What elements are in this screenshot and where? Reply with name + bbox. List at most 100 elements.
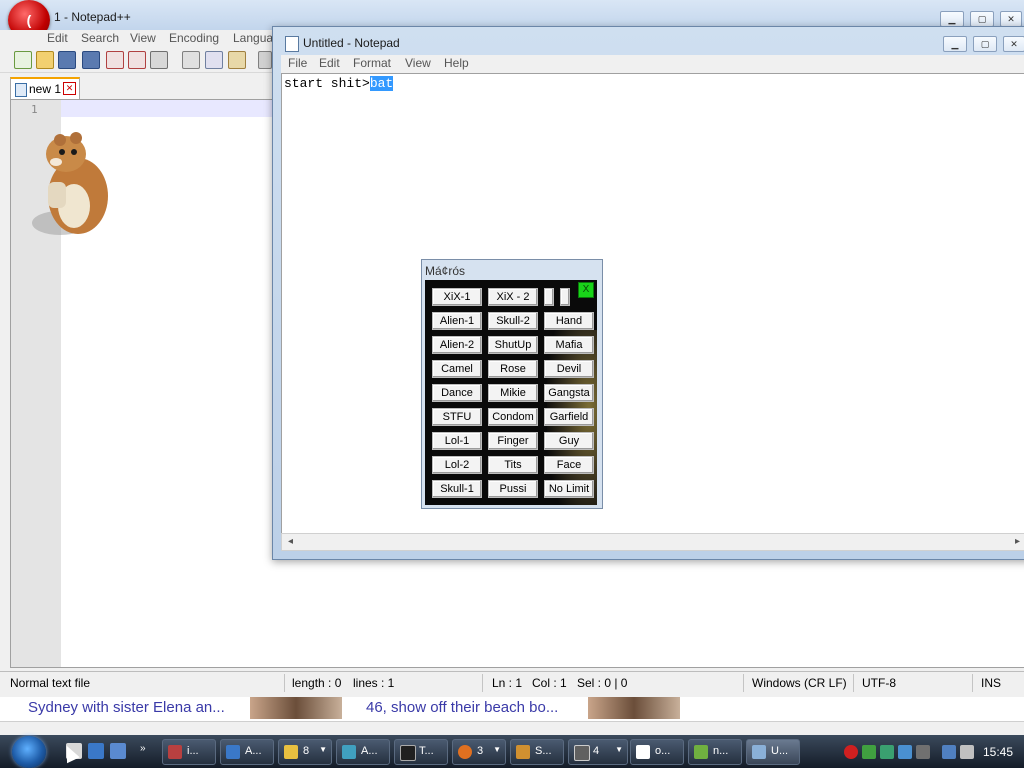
notepad-maximize-button[interactable]: ▢ bbox=[973, 36, 997, 52]
macro-button-stfu[interactable]: STFU bbox=[432, 408, 482, 426]
taskbar-button-3[interactable]: 8 ▼ bbox=[278, 739, 332, 765]
cut-icon[interactable] bbox=[182, 51, 200, 69]
display-icon[interactable] bbox=[942, 745, 956, 759]
macro-button-tits[interactable]: Tits bbox=[488, 456, 538, 474]
npp-menu-language[interactable]: Langua bbox=[233, 31, 273, 45]
taskbar-button-1[interactable]: i... bbox=[162, 739, 216, 765]
status-lines: lines : 1 bbox=[353, 676, 395, 690]
macro-button-alien-1[interactable]: Alien-1 bbox=[432, 312, 482, 330]
macro-button-devil[interactable]: Devil bbox=[544, 360, 594, 378]
status-encoding: UTF-8 bbox=[862, 676, 896, 690]
macro-button-xix-2[interactable]: XiX - 2 bbox=[488, 288, 538, 306]
taskbar-button-8[interactable]: 4 ▼ bbox=[568, 739, 628, 765]
scroll-right-icon[interactable]: ▸ bbox=[1015, 536, 1020, 547]
switch-windows-icon[interactable] bbox=[110, 743, 126, 759]
macro-button-lol-2[interactable]: Lol-2 bbox=[432, 456, 482, 474]
macros-dialog: Má¢rós X XiX-1 XiX - 2 Alien-1 Skull-2 H… bbox=[421, 259, 603, 509]
tray-app-icon[interactable] bbox=[880, 745, 894, 759]
notepad-minimize-button[interactable]: ▁ bbox=[943, 36, 967, 52]
browser-link-2[interactable]: 46, show off their beach bo... bbox=[366, 699, 558, 716]
macro-button-blank-1[interactable] bbox=[544, 288, 554, 306]
copy-icon[interactable] bbox=[205, 51, 223, 69]
browser-thumbnail-image[interactable] bbox=[588, 697, 680, 719]
macro-button-condom[interactable]: Condom bbox=[488, 408, 538, 426]
close-all-icon[interactable] bbox=[128, 51, 146, 69]
new-file-icon[interactable] bbox=[14, 51, 32, 69]
taskbar-button-5[interactable]: T... bbox=[394, 739, 448, 765]
macros-close-button[interactable]: X bbox=[578, 282, 594, 298]
security-alert-icon[interactable] bbox=[844, 745, 858, 759]
macro-button-alien-2[interactable]: Alien-2 bbox=[432, 336, 482, 354]
notepad-close-button[interactable]: ✕ bbox=[1003, 36, 1024, 52]
task-label: T... bbox=[419, 745, 434, 757]
browser-horizontal-scrollbar[interactable] bbox=[0, 721, 1024, 736]
macro-button-dance[interactable]: Dance bbox=[432, 384, 482, 402]
macro-button-mikie[interactable]: Mikie bbox=[488, 384, 538, 402]
save-all-icon[interactable] bbox=[82, 51, 100, 69]
quick-launch-icon[interactable] bbox=[88, 743, 104, 759]
taskbar-button-7[interactable]: S... bbox=[510, 739, 564, 765]
firefox-icon bbox=[458, 745, 472, 759]
notepad-menu-format[interactable]: Format bbox=[353, 56, 391, 70]
macro-button-finger[interactable]: Finger bbox=[488, 432, 538, 450]
macro-button-lol-1[interactable]: Lol-1 bbox=[432, 432, 482, 450]
tray-app-icon[interactable] bbox=[898, 745, 912, 759]
macro-button-mafia[interactable]: Mafia bbox=[544, 336, 594, 354]
npp-menu-encoding[interactable]: Encoding bbox=[169, 31, 219, 45]
notepad-text-area[interactable]: start shit>bat bbox=[281, 73, 1024, 535]
macro-button-rose[interactable]: Rose bbox=[488, 360, 538, 378]
macro-button-guy[interactable]: Guy bbox=[544, 432, 594, 450]
clock[interactable]: 15:45 bbox=[983, 745, 1013, 759]
task-icon bbox=[226, 745, 240, 759]
volume-icon[interactable] bbox=[960, 745, 974, 759]
macro-button-xix-1[interactable]: XiX-1 bbox=[432, 288, 482, 306]
scroll-left-icon[interactable]: ◂ bbox=[288, 536, 293, 547]
taskbar-button-9[interactable]: o... bbox=[630, 739, 684, 765]
notepadpp-icon bbox=[694, 745, 708, 759]
macro-button-blank-2[interactable] bbox=[560, 288, 570, 306]
notepad-menu-help[interactable]: Help bbox=[444, 56, 469, 70]
save-icon[interactable] bbox=[58, 51, 76, 69]
macro-button-gangsta[interactable]: Gangsta bbox=[544, 384, 594, 402]
start-button[interactable] bbox=[12, 736, 46, 768]
tab-close-icon[interactable]: ✕ bbox=[63, 82, 76, 95]
tab-new-1[interactable]: new 1 ✕ bbox=[10, 77, 80, 99]
macro-button-garfield[interactable]: Garfield bbox=[544, 408, 594, 426]
open-folder-icon[interactable] bbox=[36, 51, 54, 69]
npp-close-button[interactable]: ✕ bbox=[1000, 11, 1022, 27]
taskbar-button-2[interactable]: A... bbox=[220, 739, 274, 765]
print-icon[interactable] bbox=[150, 51, 168, 69]
macro-button-hand[interactable]: Hand bbox=[544, 312, 594, 330]
npp-minimize-button[interactable]: ▁ bbox=[940, 11, 964, 27]
macro-button-pussi[interactable]: Pussi bbox=[488, 480, 538, 498]
macro-button-skull-1[interactable]: Skull-1 bbox=[432, 480, 482, 498]
browser-thumbnail-image[interactable] bbox=[250, 697, 342, 719]
tray-tools-icon[interactable] bbox=[916, 745, 930, 759]
taskbar-button-11[interactable]: U... bbox=[746, 739, 800, 765]
status-separator bbox=[482, 674, 483, 692]
macro-button-camel[interactable]: Camel bbox=[432, 360, 482, 378]
macro-button-shutup[interactable]: ShutUp bbox=[488, 336, 538, 354]
npp-maximize-button[interactable]: ▢ bbox=[970, 11, 994, 27]
macro-button-face[interactable]: Face bbox=[544, 456, 594, 474]
notepad-menu-view[interactable]: View bbox=[405, 56, 431, 70]
undo-icon[interactable] bbox=[258, 51, 272, 69]
npp-menu-view[interactable]: View bbox=[130, 31, 156, 45]
notepad-menu-edit[interactable]: Edit bbox=[319, 56, 340, 70]
quick-launch-more-icon[interactable]: » bbox=[140, 743, 150, 759]
close-file-icon[interactable] bbox=[106, 51, 124, 69]
notepad-horizontal-scrollbar[interactable]: ◂ ▸ bbox=[281, 533, 1024, 551]
taskbar-button-10[interactable]: n... bbox=[688, 739, 742, 765]
macro-button-skull-2[interactable]: Skull-2 bbox=[488, 312, 538, 330]
npp-menu-edit[interactable]: Edit bbox=[47, 31, 68, 45]
macro-button-no-limit[interactable]: No Limit bbox=[544, 480, 594, 498]
paste-icon[interactable] bbox=[228, 51, 246, 69]
notepad-menu-file[interactable]: File bbox=[288, 56, 307, 70]
task-icon bbox=[636, 745, 650, 759]
hamster-pet-icon[interactable] bbox=[30, 128, 112, 238]
network-icon[interactable] bbox=[862, 745, 876, 759]
npp-menu-search[interactable]: Search bbox=[81, 31, 119, 45]
taskbar-button-6[interactable]: 3 ▼ bbox=[452, 739, 506, 765]
browser-link-1[interactable]: Sydney with sister Elena an... bbox=[28, 699, 225, 716]
taskbar-button-4[interactable]: A... bbox=[336, 739, 390, 765]
